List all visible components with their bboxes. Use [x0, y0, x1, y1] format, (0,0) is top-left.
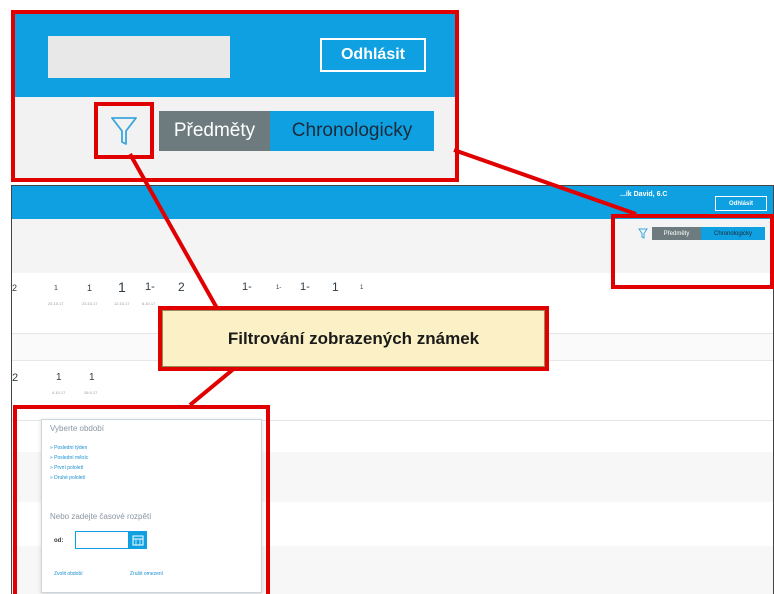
callout-connectors — [128, 148, 637, 407]
callout-label: Filtrování zobrazených známek — [162, 310, 545, 367]
